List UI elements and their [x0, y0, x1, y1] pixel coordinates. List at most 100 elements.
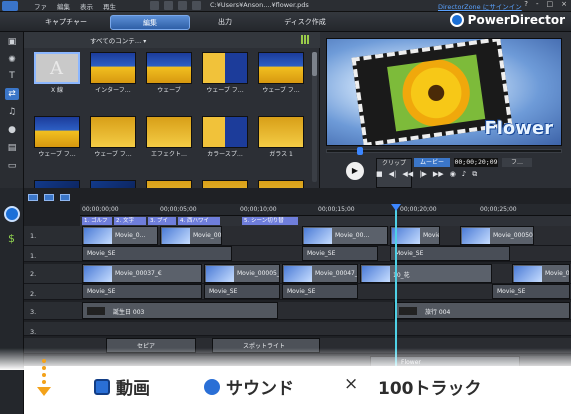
undo-icon[interactable]	[178, 1, 187, 10]
track-header[interactable]: 2.	[24, 284, 80, 300]
track-lane[interactable]: Movie_00037_€ Movie_00005_€ Movie_00047_€ 1…	[80, 264, 571, 284]
play-button[interactable]: ▶	[346, 162, 364, 180]
chapter-marker[interactable]: 4. 西ハワイ	[178, 217, 220, 225]
scroll-thumb[interactable]	[312, 52, 317, 76]
timeline-clip[interactable]: Movie_00037_€	[82, 264, 202, 283]
timeline-clip[interactable]: Movie_00…	[302, 226, 388, 245]
chapter-room-icon[interactable]: ▤	[5, 142, 19, 154]
track-lane[interactable]: Movie_0… Movie_00002_… Movie_00… Movie_0 Mov…	[80, 226, 571, 246]
track-header[interactable]: 3.	[24, 302, 80, 320]
transition-thumbnail[interactable]: カラースプ…	[202, 116, 248, 158]
effect-room-icon[interactable]: ✺	[5, 54, 19, 66]
maximize-button[interactable]: □	[547, 0, 554, 8]
content-filter-dropdown[interactable]: すべてのコンテ…	[90, 35, 146, 45]
timeline-clip[interactable]: Movie_00005_€	[204, 264, 280, 283]
track-lane[interactable]: 誕生日 003 旅行 004	[80, 302, 571, 320]
tab-capture[interactable]: キャプチャー	[36, 15, 96, 30]
seek-handle[interactable]	[357, 147, 363, 155]
transition-thumbnail[interactable]: ガラス 1	[258, 116, 304, 158]
timeline-clip[interactable]: 旅行 004	[394, 302, 570, 319]
preview-seek-bar[interactable]	[326, 147, 562, 155]
clip-thumbnail	[84, 266, 112, 282]
transition-thumbnail[interactable]: ウェーブ フ…	[34, 116, 80, 158]
media-room-icon[interactable]: ▣	[5, 36, 19, 48]
transition-thumbnail[interactable]: インターフ…	[90, 52, 136, 94]
rewind-icon[interactable]: ◀◀	[402, 170, 413, 179]
directorzone-signin-link[interactable]: DirectorZone にサインイン	[438, 1, 522, 11]
import-icon[interactable]	[164, 1, 173, 10]
transition-thumbnail[interactable]: エフェクト…	[146, 116, 192, 158]
stop-icon[interactable]: ■	[376, 170, 383, 179]
transition-preview-image	[202, 52, 248, 84]
title-room-icon[interactable]: T	[5, 70, 19, 82]
volume-icon[interactable]: ♪	[462, 170, 466, 179]
transition-thumbnail[interactable]: ウェーブ	[146, 52, 192, 94]
timeline-ruler[interactable]: 00;00;00;00 00;00;05;00 00;00;10;00 00;00;1…	[80, 204, 571, 216]
track-header[interactable]: 3.	[24, 322, 80, 336]
voice-room-icon[interactable]: ●	[5, 124, 19, 136]
timeline-clip[interactable]: Movie_00050_	[460, 226, 534, 245]
track-lane[interactable]: Movie_SE Movie_SE Movie_SE Movie_SE	[80, 284, 571, 300]
grid-view-icon[interactable]	[301, 35, 310, 44]
track-manager-icon[interactable]	[60, 194, 70, 201]
timeline-clip[interactable]: 誕生日 003	[82, 302, 278, 319]
clip-label: Movie_00037_€	[115, 270, 162, 277]
timeline-clip[interactable]: Movie_SE	[390, 246, 510, 261]
save-icon[interactable]	[150, 1, 159, 10]
close-button[interactable]: ×	[561, 0, 567, 8]
timeline-clip[interactable]: Movie_SE	[82, 246, 232, 261]
audio-room-icon[interactable]: ♫	[5, 106, 19, 118]
transition-thumbnail[interactable]: ウェーブ フ…	[90, 116, 136, 158]
transition-thumbnail[interactable]: ウェーブ フ…	[258, 52, 304, 94]
tab-disc[interactable]: ディスク作成	[270, 15, 340, 30]
timeline-clip[interactable]: Movie_0…	[82, 226, 158, 245]
timeline-clip[interactable]: 10_花	[360, 264, 492, 283]
help-button[interactable]: ?	[524, 0, 528, 8]
track-header[interactable]: 2.	[24, 264, 80, 284]
speaker-icon	[204, 378, 220, 395]
timeline-clip[interactable]: Movie_00047_€	[282, 264, 358, 283]
track-header[interactable]: 1.	[24, 246, 80, 262]
timeline-clip[interactable]: Movie_SE	[82, 284, 202, 299]
transition-thumbnail[interactable]: ウェーブ フ…	[202, 52, 248, 94]
library-scrollbar[interactable]	[312, 52, 317, 182]
chapter-marker[interactable]: 3. ブイ	[148, 217, 176, 225]
transition-room-icon[interactable]: ⇄	[5, 88, 19, 100]
timeline-clip[interactable]: Movie_00	[512, 264, 570, 283]
minimize-button[interactable]: -	[536, 0, 539, 8]
undock-icon[interactable]: ⧉	[472, 170, 477, 179]
next-frame-icon[interactable]: |▶	[419, 170, 427, 179]
timeline-clip[interactable]: Movie_SE	[282, 284, 358, 299]
storyboard-view-icon[interactable]	[44, 194, 54, 201]
movie-mode-button[interactable]: ムービー	[414, 158, 450, 167]
timeline-clip[interactable]: Movie_0	[390, 226, 440, 245]
transition-preview-image	[202, 116, 248, 148]
transition-thumbnail[interactable]: X 線	[34, 52, 80, 94]
track-lane[interactable]: Movie_SE Movie_SE Movie_SE	[80, 246, 571, 262]
subtitle-room-icon[interactable]: ▭	[5, 160, 19, 172]
tab-edit[interactable]: 編集	[110, 15, 190, 30]
snapshot-icon[interactable]: ◉	[450, 170, 456, 179]
previous-frame-icon[interactable]: ◀|	[389, 170, 397, 179]
timeline-clip[interactable]: Movie_SE	[492, 284, 570, 299]
menu-file[interactable]: ファ	[34, 1, 47, 11]
tab-output[interactable]: 出力	[200, 15, 250, 30]
track-lane[interactable]	[80, 322, 571, 336]
timeline-view-icon[interactable]	[28, 194, 38, 201]
storyboard-icon[interactable]: $	[8, 232, 15, 245]
menu-view[interactable]: 表示	[80, 1, 93, 11]
chapter-marker[interactable]: 2. 文字	[114, 217, 146, 225]
playhead[interactable]	[391, 204, 401, 368]
timeline-mode-icon[interactable]	[4, 206, 20, 222]
redo-icon[interactable]	[192, 1, 201, 10]
timeline-clip[interactable]: Movie_00002_…	[160, 226, 222, 245]
fast-forward-icon[interactable]: ▶▶	[433, 170, 444, 179]
timeline-clip[interactable]: Movie_SE	[204, 284, 280, 299]
fit-dropdown[interactable]: フ…	[502, 158, 532, 167]
chapter-marker[interactable]: 5. シーン切り替	[242, 217, 298, 225]
menu-edit[interactable]: 編集	[57, 1, 70, 11]
chapter-marker[interactable]: 1. ゴルフ	[82, 217, 112, 225]
timeline-clip[interactable]: Movie_SE	[302, 246, 378, 261]
menu-play[interactable]: 再生	[103, 1, 116, 11]
track-header[interactable]: 1.	[24, 226, 80, 246]
